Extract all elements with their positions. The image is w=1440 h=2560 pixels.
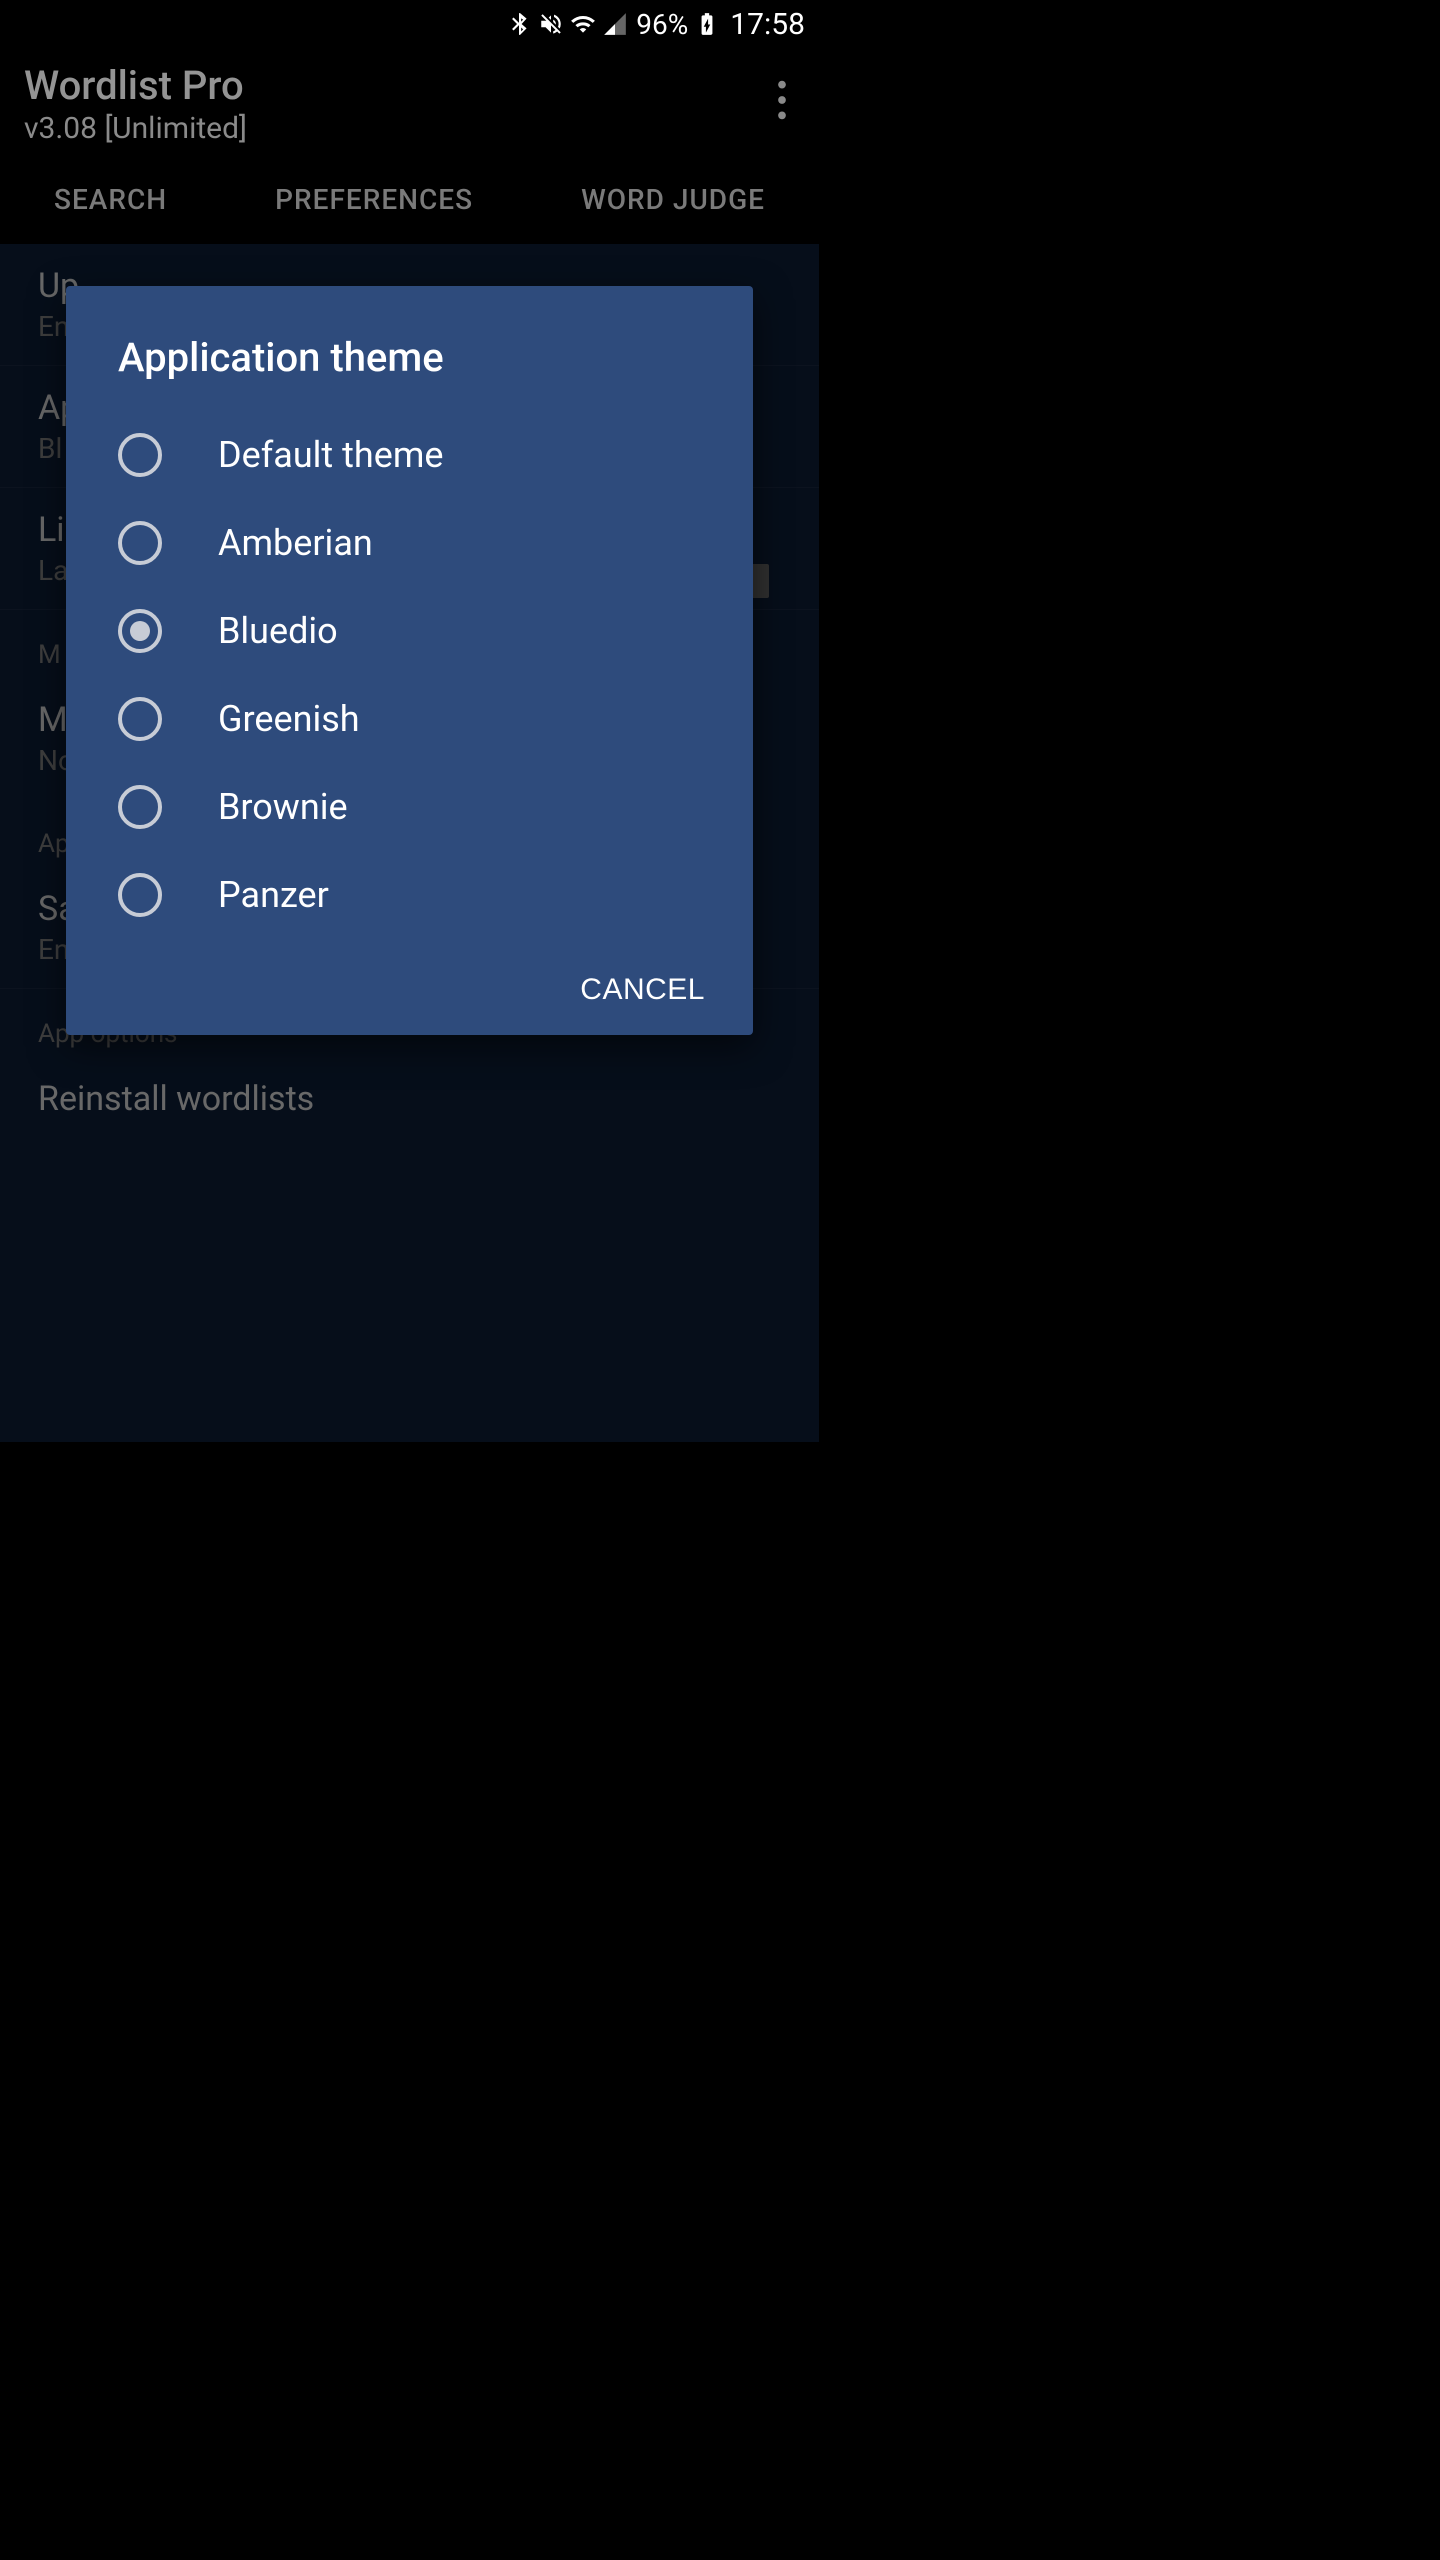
tab-search[interactable]: SEARCH	[54, 183, 167, 216]
theme-option-panzer[interactable]: Panzer	[66, 851, 753, 939]
vibrate-silent-icon	[538, 11, 564, 37]
status-time: 17:58	[730, 7, 805, 42]
app-title: Wordlist Pro	[24, 62, 247, 109]
theme-option-brownie[interactable]: Brownie	[66, 763, 753, 851]
app-subtitle: v3.08 [Unlimited]	[24, 111, 247, 146]
radio-icon	[118, 521, 162, 565]
radio-label: Greenish	[218, 698, 360, 740]
theme-option-default[interactable]: Default theme	[66, 411, 753, 499]
status-bar: 96% 17:58	[0, 0, 819, 48]
app-titles: Wordlist Pro v3.08 [Unlimited]	[24, 62, 247, 146]
theme-option-amberian[interactable]: Amberian	[66, 499, 753, 587]
more-vert-icon	[777, 80, 787, 120]
cancel-button[interactable]: CANCEL	[580, 973, 705, 1007]
radio-icon	[118, 697, 162, 741]
app-bar: Wordlist Pro v3.08 [Unlimited]	[0, 48, 819, 154]
theme-option-bluedio[interactable]: Bluedio	[66, 587, 753, 675]
radio-icon	[118, 873, 162, 917]
cell-signal-icon	[602, 11, 628, 37]
overflow-menu-button[interactable]	[769, 62, 795, 142]
radio-icon	[118, 433, 162, 477]
dialog-actions: CANCEL	[66, 939, 753, 1027]
radio-label: Default theme	[218, 434, 443, 476]
status-icons: 96% 17:58	[506, 7, 805, 42]
radio-label: Amberian	[218, 522, 373, 564]
radio-label: Bluedio	[218, 610, 338, 652]
battery-charging-icon	[694, 11, 720, 37]
tab-bar: SEARCH PREFERENCES WORD JUDGE	[0, 154, 819, 244]
radio-icon	[118, 785, 162, 829]
tab-word-judge[interactable]: WORD JUDGE	[581, 183, 765, 216]
theme-dialog: Application theme Default theme Amberian…	[66, 286, 753, 1035]
dialog-title: Application theme	[66, 286, 753, 411]
tab-preferences[interactable]: PREFERENCES	[275, 183, 473, 216]
bluetooth-icon	[506, 11, 532, 37]
radio-label: Brownie	[218, 786, 348, 828]
theme-option-greenish[interactable]: Greenish	[66, 675, 753, 763]
radio-selected-icon	[118, 609, 162, 653]
battery-percentage: 96%	[636, 8, 688, 41]
wifi-icon	[570, 11, 596, 37]
radio-label: Panzer	[218, 874, 329, 916]
